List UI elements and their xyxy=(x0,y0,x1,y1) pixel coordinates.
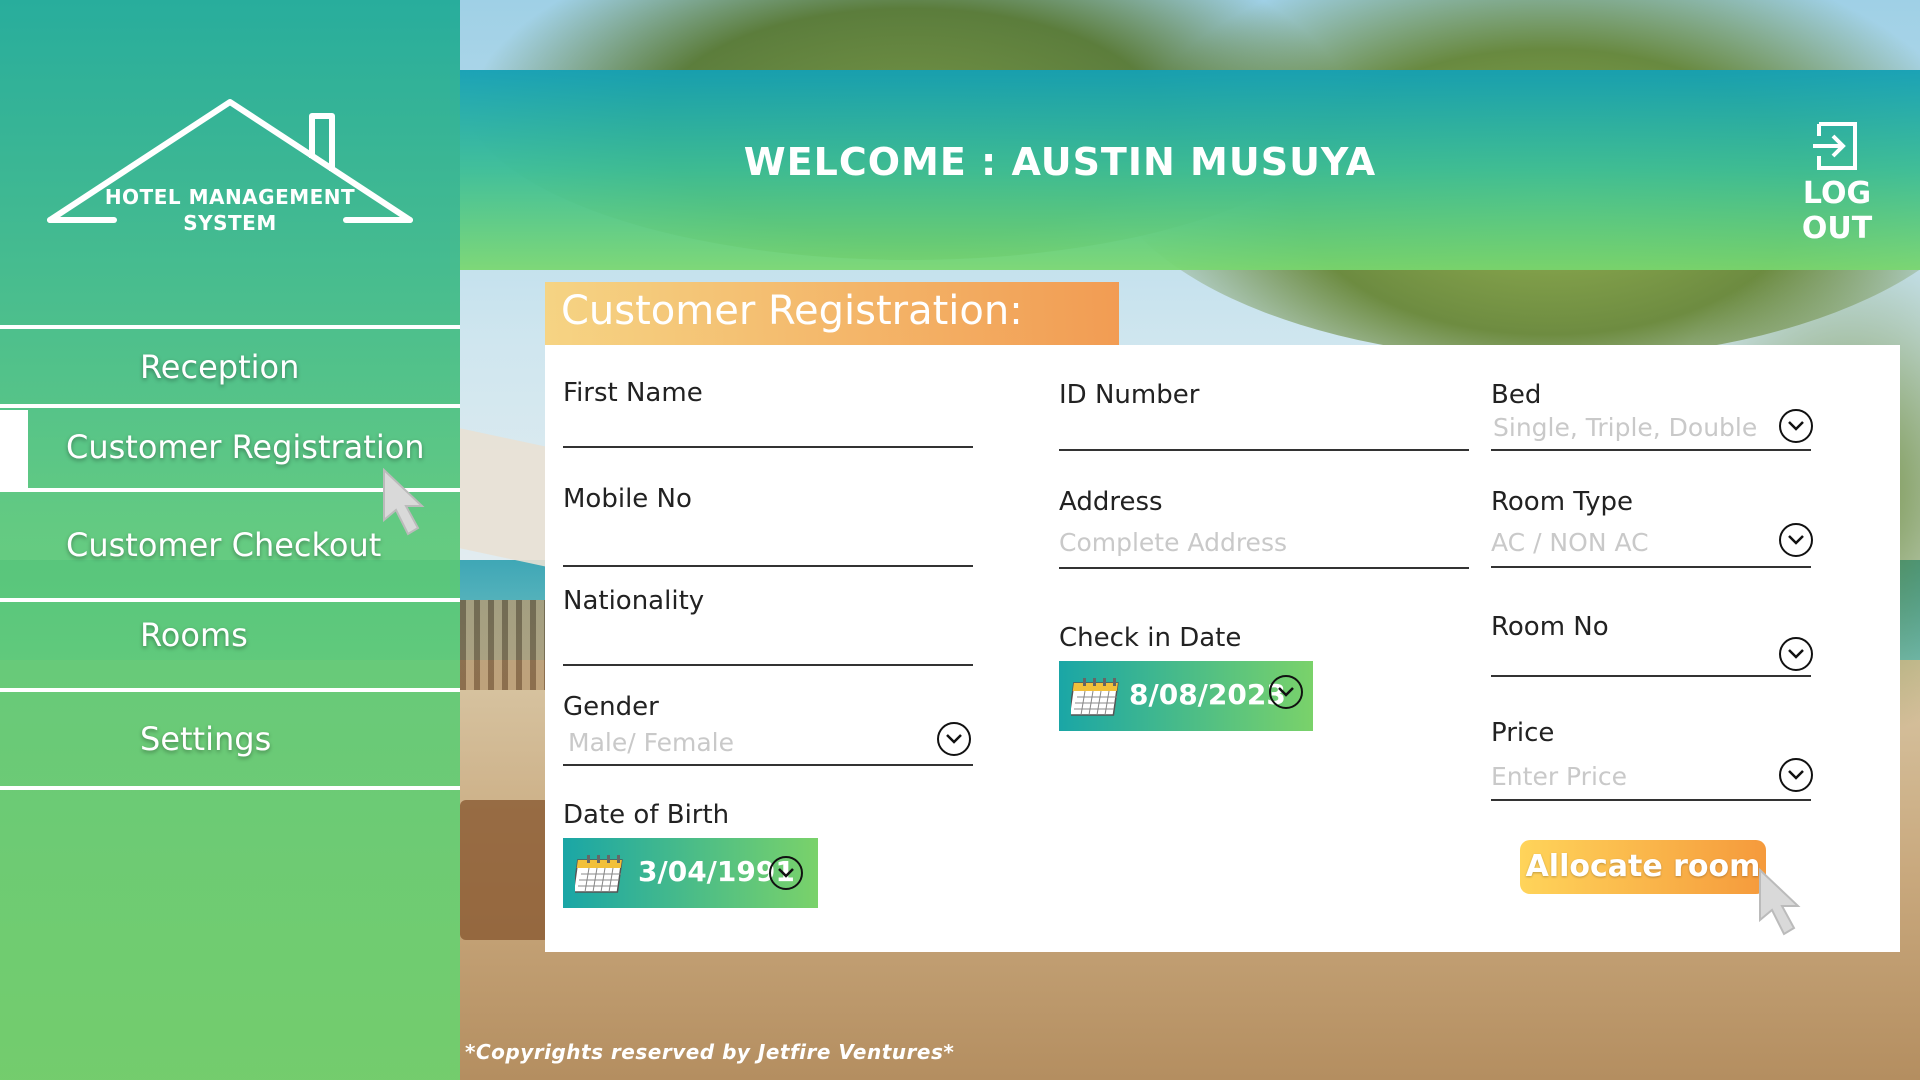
room-type-field-underline xyxy=(1491,566,1811,568)
logout-button[interactable]: LOG OUT xyxy=(1772,118,1902,246)
bed-dropdown-chevron-icon[interactable] xyxy=(1779,409,1813,443)
copyright-text: *Copyrights reserved by Jetfire Ventures… xyxy=(465,1040,955,1064)
sidebar-item-label: Reception xyxy=(140,348,300,386)
header-bar: WELCOME : AUSTIN MUSUYA LOG OUT xyxy=(460,70,1920,270)
calendar-icon xyxy=(1071,678,1119,716)
logout-label: LOG OUT xyxy=(1801,176,1873,246)
nationality-field[interactable] xyxy=(563,664,973,666)
check-in-date-value: 8/08/2023 xyxy=(1129,678,1286,711)
check-in-chevron-icon[interactable] xyxy=(1269,675,1303,709)
welcome-text: WELCOME : AUSTIN MUSUYA xyxy=(743,140,1377,184)
dob-label: Date of Birth xyxy=(563,800,730,830)
nationality-label: Nationality xyxy=(563,586,705,616)
room-no-dropdown-chevron-icon[interactable] xyxy=(1779,637,1813,671)
nav-divider xyxy=(0,325,460,329)
price-field-underline xyxy=(1491,799,1811,801)
sidebar-item-label: Customer Registration xyxy=(66,428,425,466)
mouse-pointer-icon xyxy=(1759,868,1801,936)
sidebar-item-reception[interactable]: Reception xyxy=(0,332,460,402)
check-in-date-label: Check in Date xyxy=(1059,623,1242,653)
sidebar-item-label: Settings xyxy=(140,720,272,758)
allocate-room-button[interactable]: Allocate room xyxy=(1520,840,1766,894)
nav-divider xyxy=(0,688,460,692)
room-no-field[interactable] xyxy=(1491,675,1811,677)
nav-divider xyxy=(0,786,460,790)
room-type-label: Room Type xyxy=(1491,487,1634,517)
bed-select[interactable]: Single, Triple, Double xyxy=(1493,413,1757,442)
address-label: Address xyxy=(1059,487,1163,517)
first-name-field[interactable] xyxy=(563,446,973,448)
mobile-no-label: Mobile No xyxy=(563,484,692,514)
gender-select[interactable]: Male/ Female xyxy=(568,728,734,757)
price-label: Price xyxy=(1491,718,1555,748)
form-title-banner: Customer Registration: xyxy=(545,282,1119,346)
form-title: Customer Registration: xyxy=(561,288,1023,334)
bed-field-underline xyxy=(1491,449,1811,451)
mobile-no-field[interactable] xyxy=(563,565,973,567)
check-in-date-picker[interactable]: 8/08/2023 xyxy=(1059,661,1313,731)
mouse-pointer-icon xyxy=(383,468,425,536)
bed-label: Bed xyxy=(1491,380,1542,410)
sidebar-item-settings[interactable]: Settings xyxy=(0,704,460,774)
sidebar-item-label: Rooms xyxy=(140,616,248,654)
sidebar-item-label: Customer Checkout xyxy=(66,526,382,564)
room-no-label: Room No xyxy=(1491,612,1609,642)
gender-dropdown-chevron-icon[interactable] xyxy=(937,722,971,756)
logo-title-line2: SYSTEM xyxy=(183,211,277,235)
dob-chevron-icon[interactable] xyxy=(769,856,803,890)
sidebar: HOTEL MANAGEMENT SYSTEM Reception Custom… xyxy=(0,0,460,1080)
logo-title-line1: HOTEL MANAGEMENT xyxy=(104,185,356,209)
dob-date-picker[interactable]: 3/04/1991 xyxy=(563,838,818,908)
address-field-underline xyxy=(1059,567,1469,569)
id-number-label: ID Number xyxy=(1059,380,1200,410)
calendar-icon xyxy=(575,855,623,893)
first-name-label: First Name xyxy=(563,378,703,408)
room-type-dropdown-chevron-icon[interactable] xyxy=(1779,523,1813,557)
address-input[interactable]: Complete Address xyxy=(1059,528,1287,557)
sidebar-item-rooms[interactable]: Rooms xyxy=(0,600,460,670)
room-type-select[interactable]: AC / NON AC xyxy=(1491,528,1649,557)
gender-field-underline xyxy=(563,764,973,766)
gender-label: Gender xyxy=(563,692,659,722)
hotel-logo: HOTEL MANAGEMENT SYSTEM xyxy=(44,96,416,236)
price-dropdown-chevron-icon[interactable] xyxy=(1779,758,1813,792)
price-input[interactable]: Enter Price xyxy=(1491,762,1627,791)
logout-icon xyxy=(1813,122,1857,170)
nav-divider xyxy=(0,404,460,408)
id-number-field[interactable] xyxy=(1059,449,1469,451)
